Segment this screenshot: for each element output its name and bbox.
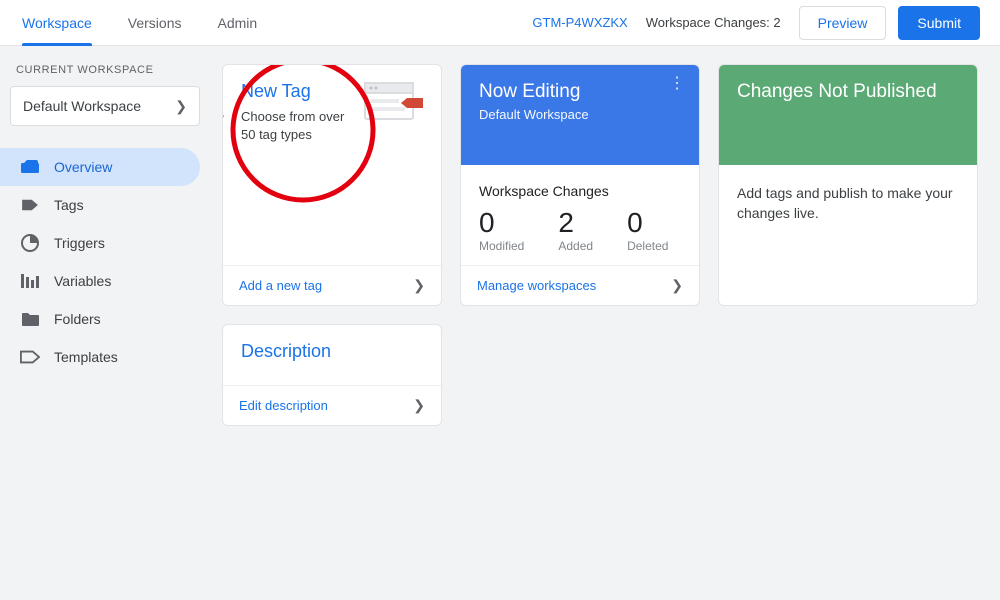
sidebar-item-triggers[interactable]: Triggers — [0, 224, 200, 262]
container-id[interactable]: GTM-P4WXZKX — [532, 15, 627, 30]
chevron-right-icon: ❯ — [413, 277, 425, 294]
tag-icon — [20, 198, 40, 212]
stat-modified-num: 0 — [479, 207, 524, 239]
add-new-tag-label: Add a new tag — [239, 278, 322, 293]
sidebar-item-overview[interactable]: Overview — [0, 148, 200, 186]
sidebar-item-label: Variables — [54, 273, 111, 289]
chevron-right-icon: ❯ — [175, 98, 187, 115]
sidebar-item-label: Folders — [54, 311, 101, 327]
stat-modified-label: Modified — [479, 239, 524, 253]
chevron-right-icon: ❯ — [671, 277, 683, 294]
sidebar-item-templates[interactable]: Templates — [0, 338, 200, 376]
edit-description-link[interactable]: Edit description ❯ — [223, 385, 441, 425]
workspace-changes-label: Workspace Changes — [479, 183, 681, 199]
tab-admin[interactable]: Admin — [217, 0, 257, 45]
manage-workspaces-link[interactable]: Manage workspaces ❯ — [461, 265, 699, 305]
stat-modified: 0 Modified — [479, 207, 524, 253]
sidebar-item-folders[interactable]: Folders — [0, 300, 200, 338]
card-description: Description Edit description ❯ — [222, 324, 442, 426]
workspace-selector[interactable]: Default Workspace ❯ — [10, 86, 200, 126]
stat-added: 2 Added — [558, 207, 593, 253]
now-editing-subtitle: Default Workspace — [479, 107, 681, 122]
tab-versions[interactable]: Versions — [128, 0, 182, 45]
manage-workspaces-label: Manage workspaces — [477, 278, 596, 293]
content-area: New Tag Choose from over 50 tag types Ad… — [222, 64, 986, 580]
top-tabs: Workspace Versions Admin — [22, 0, 257, 45]
sidebar-item-tags[interactable]: Tags — [0, 186, 200, 224]
chevron-right-icon: ❯ — [413, 397, 425, 414]
card-now-editing: Now Editing Default Workspace ⋮ Workspac… — [460, 64, 700, 306]
stat-added-label: Added — [558, 239, 593, 253]
card-menu-icon[interactable]: ⋮ — [669, 79, 685, 89]
tag-illustration-icon — [363, 81, 423, 253]
sidebar-item-label: Templates — [54, 349, 118, 365]
submit-button[interactable]: Submit — [898, 6, 980, 40]
sidebar-section-label: CURRENT WORKSPACE — [0, 64, 210, 86]
sidebar: CURRENT WORKSPACE Default Workspace ❯ Ov… — [0, 64, 210, 580]
stat-deleted-label: Deleted — [627, 239, 668, 253]
template-icon — [20, 350, 40, 364]
top-bar: Workspace Versions Admin GTM-P4WXZKX Wor… — [0, 0, 1000, 46]
edit-description-label: Edit description — [239, 398, 328, 413]
workspace-changes-count: Workspace Changes: 2 — [646, 15, 781, 30]
sidebar-item-label: Tags — [54, 197, 84, 213]
now-editing-title: Now Editing — [479, 81, 681, 103]
card-new-tag: New Tag Choose from over 50 tag types Ad… — [222, 64, 442, 306]
card-not-published: Changes Not Published Add tags and publi… — [718, 64, 978, 306]
sidebar-item-label: Triggers — [54, 235, 105, 251]
workspace-changes-stats: 0 Modified 2 Added 0 Deleted — [479, 207, 681, 253]
not-published-title: Changes Not Published — [737, 81, 959, 103]
description-title: Description — [241, 341, 423, 362]
sidebar-nav: Overview Tags Triggers Variables — [0, 148, 210, 376]
card-new-tag-subtitle: Choose from over 50 tag types — [241, 108, 351, 143]
card-new-tag-title: New Tag — [241, 81, 355, 102]
cards-row-2: Description Edit description ❯ — [222, 324, 986, 426]
workspace-selector-name: Default Workspace — [23, 98, 141, 114]
trigger-icon — [20, 234, 40, 252]
not-published-body: Add tags and publish to make your change… — [737, 183, 959, 224]
stat-deleted: 0 Deleted — [627, 207, 668, 253]
page-body: CURRENT WORKSPACE Default Workspace ❯ Ov… — [0, 46, 1000, 600]
stat-deleted-num: 0 — [627, 207, 668, 239]
folder-icon — [20, 312, 40, 326]
overview-icon — [20, 160, 40, 174]
tab-workspace[interactable]: Workspace — [22, 0, 92, 45]
stat-added-num: 2 — [558, 207, 593, 239]
cards-row-1: New Tag Choose from over 50 tag types Ad… — [222, 64, 986, 306]
sidebar-item-variables[interactable]: Variables — [0, 262, 200, 300]
sidebar-item-label: Overview — [54, 159, 112, 175]
preview-button[interactable]: Preview — [799, 6, 887, 40]
add-new-tag-link[interactable]: Add a new tag ❯ — [223, 265, 441, 305]
variables-icon — [20, 274, 40, 288]
